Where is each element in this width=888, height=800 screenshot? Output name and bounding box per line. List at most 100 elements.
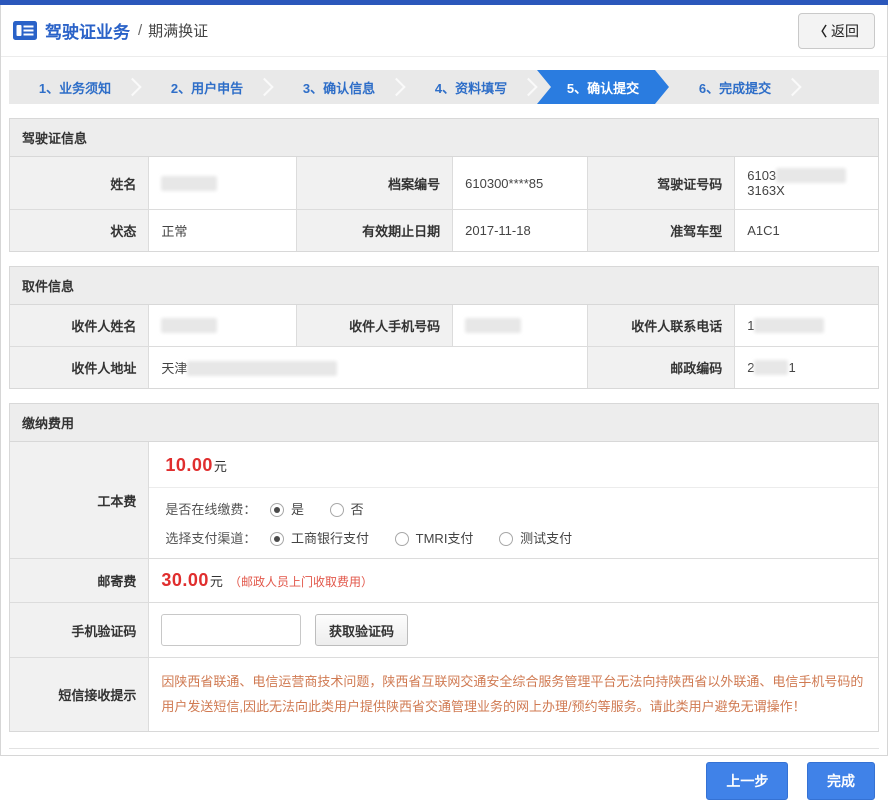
license-section-title: 驾驶证信息: [10, 119, 878, 157]
address-label: 收件人地址: [10, 347, 149, 389]
table-row: 短信接收提示 因陕西省联通、电信运营商技术问题，陕西省互联网交通安全综合服务管理…: [10, 658, 878, 731]
radio-selected-icon: [270, 503, 284, 517]
address-prefix: 天津: [161, 361, 187, 376]
radio-channel-test[interactable]: 测试支付: [499, 531, 572, 546]
radio-selected-icon: [270, 532, 284, 546]
postcode-value: 21: [735, 347, 878, 389]
back-button-label: 返回: [831, 21, 859, 41]
radio-label: TMRI支付: [416, 531, 474, 546]
class-label: 准驾车型: [587, 210, 735, 252]
redacted-value: [776, 168, 846, 183]
license-table: 姓名 档案编号 610300****85 驾驶证号码 61033163X 状态 …: [10, 157, 878, 251]
postage-cell: 30.00元（邮政人员上门收取费用）: [149, 559, 878, 603]
footer-actions: 上一步 完成: [9, 748, 879, 800]
table-row: 邮寄费 30.00元（邮政人员上门收取费用）: [10, 559, 878, 603]
section-license-info: 驾驶证信息 姓名 档案编号 610300****85 驾驶证号码 6103316…: [9, 118, 879, 252]
redacted-value: [161, 318, 217, 333]
table-row: 姓名 档案编号 610300****85 驾驶证号码 61033163X: [10, 157, 878, 210]
fees-table: 工本费 10.00元 是否在线缴费： 是 否 选择支付渠道： 工商银行支付: [10, 442, 878, 731]
back-button[interactable]: 〈 返回: [798, 13, 875, 49]
name-value: [149, 157, 297, 210]
payment-options: 是否在线缴费： 是 否 选择支付渠道： 工商银行支付 TMRI支付 测试支付: [149, 487, 878, 558]
table-row: 收件人姓名 收件人手机号码 收件人联系电话 1: [10, 305, 878, 347]
currency-unit: 元: [214, 459, 227, 474]
recipient-phone-label: 收件人手机号码: [296, 305, 452, 347]
postcode-prefix: 2: [747, 360, 754, 375]
recipient-name-value: [149, 305, 297, 347]
section-fees: 缴纳费用 工本费 10.00元 是否在线缴费： 是 否: [9, 403, 879, 732]
table-row: 状态 正常 有效期止日期 2017-11-18 准驾车型 A1C1: [10, 210, 878, 252]
card-fee-amount-row: 10.00元: [149, 442, 878, 487]
status-label: 状态: [10, 210, 149, 252]
online-pay-row: 是否在线缴费： 是 否: [165, 499, 862, 518]
table-row: 工本费 10.00元 是否在线缴费： 是 否 选择支付渠道： 工商银行支付: [10, 442, 878, 559]
radio-channel-icbc[interactable]: 工商银行支付: [270, 531, 369, 546]
sms-code-cell: 获取验证码: [149, 603, 878, 658]
finish-button[interactable]: 完成: [807, 762, 875, 800]
back-arrow-icon: 〈: [814, 21, 827, 40]
sms-tip-text: 因陕西省联通、电信运营商技术问题，陕西省互联网交通安全综合服务管理平台无法向持陕…: [161, 669, 866, 720]
card-fee-cell: 10.00元 是否在线缴费： 是 否 选择支付渠道： 工商银行支付 TMRI支付: [149, 442, 878, 559]
postage-note: （邮政人员上门收取费用）: [229, 575, 373, 589]
online-pay-label: 是否在线缴费：: [165, 502, 256, 517]
step-2-user-declaration: 2、用户申告: [141, 70, 273, 104]
recipient-tel-value: 1: [735, 305, 878, 347]
sms-code-label: 手机验证码: [10, 603, 149, 658]
radio-online-no[interactable]: 否: [330, 502, 364, 517]
name-label: 姓名: [10, 157, 149, 210]
status-value: 正常: [149, 210, 297, 252]
fees-section-title: 缴纳费用: [10, 404, 878, 442]
page-title: 驾驶证业务: [45, 18, 130, 43]
app-header: 驾驶证业务 / 期满换证 〈 返回: [1, 5, 887, 57]
redacted-value: [754, 360, 788, 375]
postcode-label: 邮政编码: [587, 347, 735, 389]
file-no-label: 档案编号: [296, 157, 452, 210]
radio-channel-tmri[interactable]: TMRI支付: [395, 531, 474, 546]
get-code-button[interactable]: 获取验证码: [315, 614, 408, 646]
radio-label: 否: [351, 502, 364, 517]
expiry-label: 有效期止日期: [296, 210, 452, 252]
redacted-value: [161, 176, 217, 191]
address-value: 天津: [149, 347, 587, 389]
pickup-table: 收件人姓名 收件人手机号码 收件人联系电话 1 收件人地址 天津 邮政编码 21: [10, 305, 878, 388]
tel-prefix: 1: [747, 318, 754, 333]
channel-row: 选择支付渠道： 工商银行支付 TMRI支付 测试支付: [165, 528, 862, 547]
previous-step-button[interactable]: 上一步: [706, 762, 788, 800]
sms-code-input[interactable]: [161, 614, 301, 646]
channel-label: 选择支付渠道：: [165, 531, 256, 546]
step-6-complete-submit: 6、完成提交: [669, 70, 801, 104]
step-5-confirm-submit: 5、确认提交: [537, 70, 669, 104]
recipient-name-label: 收件人姓名: [10, 305, 149, 347]
radio-label: 是: [291, 502, 304, 517]
radio-unselected-icon: [395, 532, 409, 546]
redacted-value: [187, 361, 337, 376]
postage-label: 邮寄费: [10, 559, 149, 603]
steps-bar: 1、业务须知 2、用户申告 3、确认信息 4、资料填写 5、确认提交 6、完成提…: [9, 70, 879, 104]
recipient-tel-label: 收件人联系电话: [587, 305, 735, 347]
radio-unselected-icon: [330, 503, 344, 517]
table-row: 收件人地址 天津 邮政编码 21: [10, 347, 878, 389]
license-no-label: 驾驶证号码: [587, 157, 735, 210]
redacted-value: [754, 318, 824, 333]
step-3-confirm-info: 3、确认信息: [273, 70, 405, 104]
file-no-value: 610300****85: [453, 157, 588, 210]
radio-online-yes[interactable]: 是: [270, 502, 304, 517]
postcode-suffix: 1: [788, 360, 795, 375]
section-pickup-info: 取件信息 收件人姓名 收件人手机号码 收件人联系电话 1 收件人地址 天津 邮政…: [9, 266, 879, 389]
card-fee-label: 工本费: [10, 442, 149, 559]
license-no-prefix: 6103: [747, 168, 776, 183]
step-1-business-notice: 1、业务须知: [9, 70, 141, 104]
radio-label: 工商银行支付: [291, 531, 369, 546]
steps-bar-filler: [801, 70, 879, 104]
currency-unit: 元: [210, 574, 223, 589]
sms-tip-cell: 因陕西省联通、电信运营商技术问题，陕西省互联网交通安全综合服务管理平台无法向持陕…: [149, 658, 878, 731]
expiry-value: 2017-11-18: [453, 210, 588, 252]
breadcrumb-divider: /: [138, 22, 142, 39]
radio-label: 测试支付: [520, 531, 572, 546]
radio-unselected-icon: [499, 532, 513, 546]
recipient-phone-value: [453, 305, 588, 347]
sms-tip-label: 短信接收提示: [10, 658, 149, 731]
card-fee-amount: 10.00: [165, 455, 213, 475]
license-menu-icon: [13, 21, 37, 40]
table-row: 手机验证码 获取验证码: [10, 603, 878, 658]
